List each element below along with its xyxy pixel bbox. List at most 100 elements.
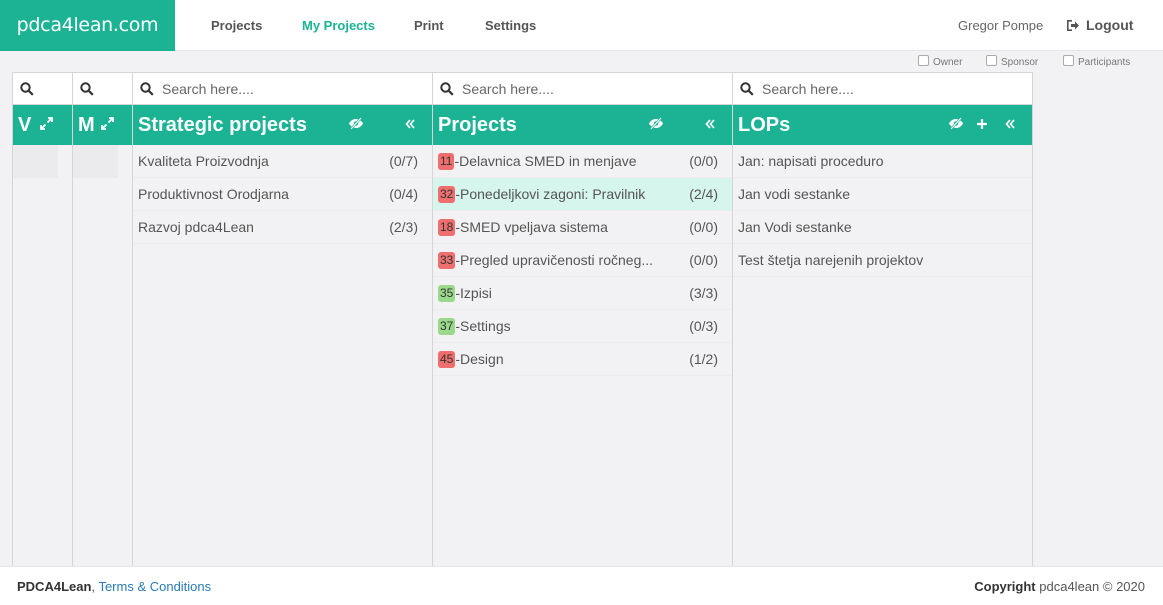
search-icon[interactable] [80, 82, 94, 96]
nav-my-projects[interactable]: My Projects [302, 0, 375, 51]
lop-row[interactable]: Test štetja narejenih projektov [733, 244, 1033, 277]
hide-eye-icon[interactable] [948, 117, 964, 130]
column-v: V [12, 72, 73, 566]
search-icon [140, 82, 154, 96]
filter-participants[interactable]: Participants [1063, 55, 1130, 68]
v-title: V [18, 114, 32, 136]
strategic-project-label: Razvoj pdca4Lean [138, 219, 254, 235]
expand-icon[interactable] [101, 117, 114, 130]
v-search-bar[interactable] [13, 73, 73, 105]
projects-search-input[interactable] [462, 78, 712, 100]
participants-checkbox[interactable] [1063, 55, 1074, 66]
filter-sponsor[interactable]: Sponsor [986, 55, 1038, 68]
copyright-text: pdca4lean © 2020 [1039, 579, 1145, 594]
project-label: -Ponedeljkovi zagoni: Pravilnik [455, 186, 646, 202]
project-row[interactable]: 32 -Ponedeljkovi zagoni: Pravilnik (2/4) [433, 178, 733, 211]
nav-projects[interactable]: Projects [211, 0, 262, 51]
strategic-search-bar [133, 73, 433, 105]
add-icon[interactable] [976, 118, 988, 130]
strategic-project-row[interactable]: Produktivnost Orodjarna (0/4) [133, 178, 433, 211]
task-count: (0/0) [689, 219, 718, 235]
footer-copyright: Copyright pdca4lean © 2020 [974, 567, 1145, 605]
empty-column-area [1032, 72, 1163, 566]
project-label: -Design [455, 351, 504, 367]
sponsor-label: Sponsor [1001, 57, 1039, 68]
m-title: M [78, 114, 95, 136]
project-id-badge: 11 [438, 153, 455, 170]
collapse-icon[interactable] [405, 119, 415, 129]
terms-link[interactable]: Terms & Conditions [98, 579, 211, 594]
filter-owner[interactable]: Owner [918, 55, 962, 68]
m-search-bar[interactable] [73, 73, 133, 105]
lops-search-input[interactable] [762, 78, 1012, 100]
owner-checkbox[interactable] [918, 55, 929, 66]
projects-title: Projects [438, 114, 517, 136]
task-count: (2/4) [689, 186, 718, 202]
owner-label: Owner [933, 57, 963, 68]
projects-header: Projects [433, 105, 733, 145]
task-count: (0/3) [689, 318, 718, 334]
project-row[interactable]: 18 -SMED vpeljava sistema (0/0) [433, 211, 733, 244]
project-id-badge: 18 [438, 219, 456, 236]
collapse-icon[interactable] [705, 119, 715, 129]
lops-list: Jan: napisati proceduro Jan vodi sestanke… [733, 145, 1033, 277]
project-row[interactable]: 37 -Settings (0/3) [433, 310, 733, 343]
participants-label: Participants [1078, 57, 1131, 68]
project-label: -Izpisi [455, 285, 492, 301]
lop-row[interactable]: Jan Vodi sestanke [733, 211, 1033, 244]
lop-label: Jan: napisati proceduro [738, 153, 884, 169]
column-m: M [72, 72, 133, 566]
task-count: (3/3) [689, 285, 718, 301]
project-id-badge: 45 [438, 351, 456, 368]
lop-row[interactable]: Jan: napisati proceduro [733, 145, 1033, 178]
strategic-project-row[interactable]: Kvaliteta Proizvodnja (0/7) [133, 145, 433, 178]
sponsor-checkbox[interactable] [986, 55, 997, 66]
brand-logo[interactable]: pdca4lean.com [0, 0, 175, 51]
m-header: M [73, 105, 133, 145]
lop-row[interactable]: Jan vodi sestanke [733, 178, 1033, 211]
copyright-label: Copyright [974, 579, 1036, 594]
nav-print[interactable]: Print [414, 0, 444, 51]
nav-settings[interactable]: Settings [485, 0, 536, 51]
strategic-project-label: Produktivnost Orodjarna [138, 186, 289, 202]
task-count: (2/3) [389, 219, 418, 235]
logout-button[interactable]: Logout [1066, 0, 1133, 51]
project-row[interactable]: 33 -Pregled upravičenosti ročneg... (0/0) [433, 244, 733, 277]
task-count: (0/0) [689, 153, 718, 169]
strategic-project-label: Kvaliteta Proizvodnja [138, 153, 269, 169]
project-label: -Delavnica SMED in menjave [454, 153, 637, 169]
hide-eye-icon[interactable] [348, 117, 364, 130]
m-placeholder-row [73, 145, 118, 178]
project-row[interactable]: 35 -Izpisi (3/3) [433, 277, 733, 310]
project-label: -SMED vpeljava sistema [455, 219, 608, 235]
task-count: (0/0) [689, 252, 718, 268]
projects-search-bar [433, 73, 733, 105]
search-icon[interactable] [20, 82, 34, 96]
collapse-icon[interactable] [1005, 119, 1015, 129]
expand-icon[interactable] [40, 117, 53, 130]
lop-label: Jan vodi sestanke [738, 186, 851, 202]
v-placeholder-row [13, 145, 58, 178]
footer-left: PDCA4Lean, Terms & Conditions [17, 567, 211, 605]
lops-title: LOPs [738, 114, 791, 136]
lop-label: Test štetja narejenih projektov [738, 252, 924, 268]
strategic-list: Kvaliteta Proizvodnja (0/7) Produktivnost … [133, 145, 433, 244]
project-id-badge: 35 [438, 285, 456, 302]
strategic-title: Strategic projects [138, 114, 307, 136]
column-strategic-projects: Strategic projects Kvaliteta Proizvodnja… [132, 72, 433, 566]
lops-header: LOPs [733, 105, 1033, 145]
top-navbar: pdca4lean.com Projects My Projects Print… [0, 0, 1163, 51]
strategic-search-input[interactable] [162, 78, 412, 100]
hide-eye-icon[interactable] [648, 117, 664, 130]
project-row[interactable]: 45 -Design (1/2) [433, 343, 733, 376]
user-name[interactable]: Gregor Pompe [958, 0, 1043, 51]
column-projects: Projects 11-Delavnica SMED in menjave (0/… [432, 72, 733, 566]
strategic-project-row[interactable]: Razvoj pdca4Lean (2/3) [133, 211, 433, 244]
v-header: V [13, 105, 73, 145]
strategic-header: Strategic projects [133, 105, 433, 145]
logout-label: Logout [1086, 17, 1134, 33]
project-row[interactable]: 11 -Delavnica SMED in menjave (0/0) [433, 145, 733, 178]
task-count: (1/2) [689, 351, 718, 367]
footer-separator: , [91, 579, 96, 594]
footer-brand: PDCA4Lean [17, 579, 92, 594]
